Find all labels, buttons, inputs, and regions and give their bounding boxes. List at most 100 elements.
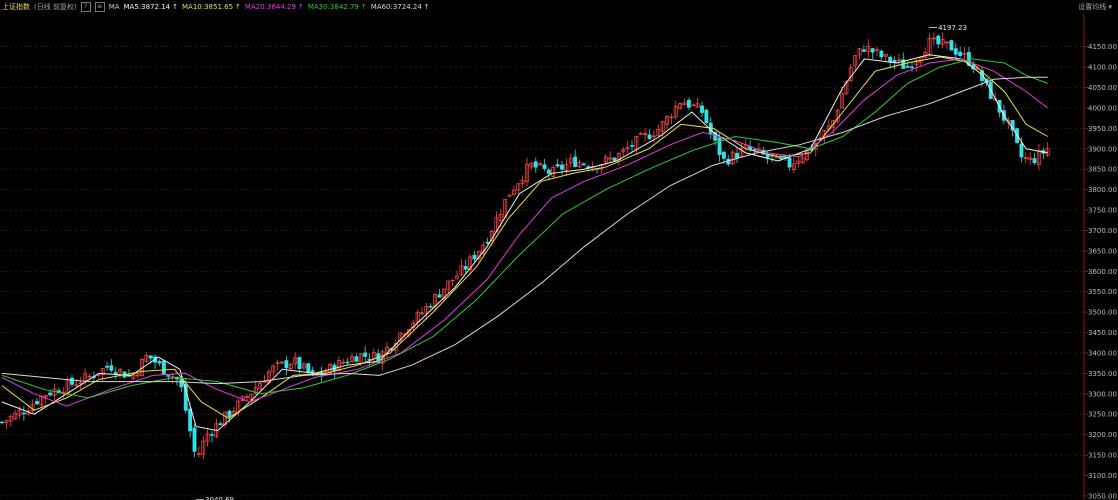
price-tick-label: 3300.00 — [1088, 390, 1117, 398]
candle-body — [910, 66, 914, 69]
candle-body — [35, 401, 39, 405]
candle-body — [166, 375, 171, 377]
candle-body — [0, 421, 4, 424]
candle-body — [210, 434, 214, 436]
candle — [704, 108, 709, 124]
candle-body — [700, 105, 704, 113]
candle — [949, 39, 954, 51]
candle-body — [48, 392, 53, 396]
ma30-arrow-icon: ↑ — [360, 3, 367, 11]
candle-body — [354, 356, 359, 362]
candle-body — [752, 149, 757, 151]
candle-body — [560, 164, 564, 170]
price-tick-label: 3150.00 — [1088, 452, 1117, 460]
ma5-value: MA5:3872.14 — [123, 3, 171, 11]
candle-body — [472, 254, 477, 260]
price-tick-label: 3600.00 — [1088, 268, 1117, 276]
candle-body — [363, 352, 368, 357]
candle-body — [310, 370, 315, 373]
price-tick-label: 3400.00 — [1088, 349, 1117, 357]
ma10-arrow-icon: ↑ — [235, 3, 241, 11]
candle-body — [905, 65, 910, 68]
price-tick-label: 3250.00 — [1088, 411, 1117, 419]
candle-body — [958, 51, 963, 56]
candle-body — [735, 152, 739, 159]
price-tick-label: 3900.00 — [1088, 145, 1117, 153]
candle-body — [647, 134, 652, 140]
chevron-down-icon: ▾ — [1108, 3, 1112, 11]
candle-body — [345, 361, 350, 364]
kline-chart[interactable]: 4150.00 4100.00 4050.00 4000.00 3950.00 3900.… — [0, 0, 1118, 500]
candle-body — [542, 164, 547, 169]
candle-body — [227, 410, 232, 418]
candle-body — [630, 145, 634, 147]
candle-body — [188, 408, 193, 432]
candle-body — [148, 355, 153, 359]
list-icon[interactable]: ≡ — [94, 2, 105, 12]
price-tick-label: 3100.00 — [1088, 472, 1117, 480]
price-tick-label: 3200.00 — [1088, 431, 1117, 439]
candle-body — [861, 49, 866, 52]
candle — [161, 360, 166, 375]
price-tick-label: 3500.00 — [1088, 309, 1117, 317]
price-tick-label: 3850.00 — [1088, 166, 1117, 174]
price-tick-label: 4050.00 — [1088, 84, 1117, 92]
help-icon[interactable]: ? — [80, 2, 91, 12]
price-tick-label: 3550.00 — [1088, 288, 1117, 296]
candle-body — [218, 423, 223, 426]
candle-body — [581, 163, 586, 166]
period-label: (日线 前复权) — [34, 3, 77, 11]
candle-body — [533, 161, 538, 168]
candle-body — [297, 357, 302, 369]
candle-body — [936, 35, 941, 45]
ma5-arrow-icon: ↑ — [172, 3, 178, 11]
candle-body — [778, 157, 783, 160]
candle-body — [573, 156, 578, 167]
candle-body — [192, 427, 197, 452]
candle-body — [485, 241, 490, 244]
price-tick-label: 4000.00 — [1088, 104, 1117, 112]
candle-body — [870, 48, 875, 53]
ma20-arrow-icon: ↑ — [297, 3, 304, 11]
ma60-value: MA60:3724.24 — [370, 3, 422, 11]
price-tick-label: 3950.00 — [1088, 125, 1117, 133]
chart-background — [0, 0, 1118, 500]
candle-body — [113, 372, 118, 375]
candle-body — [686, 99, 691, 108]
price-ticks: 4150.00 4100.00 4050.00 4000.00 3950.00 3900.… — [1084, 43, 1117, 500]
candle-body — [463, 266, 468, 270]
ma10-value: MA10:3851.65 — [181, 3, 234, 11]
candle-body — [437, 294, 442, 298]
candle-body — [306, 363, 311, 373]
candle-body — [161, 360, 166, 375]
index-name[interactable]: 上证指数 — [2, 2, 30, 12]
ma60-arrow-icon: ↑ — [423, 3, 430, 11]
price-tick-label: 3700.00 — [1088, 227, 1117, 235]
low-marker-label: 3040.69 — [205, 496, 234, 500]
candle-body — [109, 365, 114, 371]
candle-body — [284, 360, 289, 369]
price-tick-label: 3450.00 — [1088, 329, 1117, 337]
indicator-bar: 上证指数 (日线 前复权) ? ≡ MA MA5:3872.14 ↑ MA10:… — [0, 0, 1118, 14]
price-tick-label: 3750.00 — [1088, 207, 1117, 215]
candle-body — [1032, 158, 1037, 164]
candle-body — [949, 40, 954, 51]
candle-body — [1019, 143, 1024, 158]
price-tick-label: 3650.00 — [1088, 247, 1117, 255]
candle-body — [70, 377, 74, 385]
candle-body — [105, 365, 109, 368]
price-tick-label: 3350.00 — [1088, 370, 1117, 378]
candle-body — [428, 305, 433, 308]
candle-body — [721, 151, 726, 159]
settings-label: 设置均线 — [1078, 3, 1107, 11]
candle-body — [21, 412, 26, 415]
candle-body — [879, 50, 884, 58]
candle-body — [612, 157, 617, 161]
price-tick-label: 3800.00 — [1088, 186, 1117, 194]
settings-button[interactable]: 设置均线 ▾ — [1078, 2, 1112, 12]
candle-body — [888, 56, 893, 63]
candle-body — [787, 157, 792, 168]
price-tick-label: 3050.00 — [1088, 492, 1117, 500]
price-tick-label: 4150.00 — [1088, 43, 1117, 51]
ma20-value: MA20:3844.29 — [244, 3, 296, 11]
